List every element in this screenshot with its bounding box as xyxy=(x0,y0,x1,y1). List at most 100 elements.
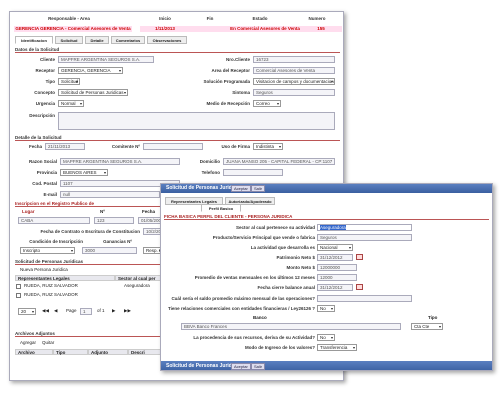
fecha-field[interactable]: 21/11/2013 xyxy=(45,143,85,150)
tab-comentarios[interactable]: Comentarios xyxy=(111,36,145,44)
registro-lugar-field[interactable]: CABA xyxy=(18,217,90,224)
tab-identificacion[interactable]: Identificacion xyxy=(15,36,53,44)
actividad-select[interactable]: Nacional xyxy=(317,244,353,251)
page-input[interactable]: 1 xyxy=(80,308,92,315)
tipo-select[interactable]: Solicitud xyxy=(58,78,80,85)
page-size-select[interactable]: 20 xyxy=(18,308,36,315)
relaciones-label: Tiene relaciones comerciales con entidad… xyxy=(168,306,315,311)
first-page-icon[interactable]: ◀◀ xyxy=(40,308,49,314)
descripcion-textarea[interactable] xyxy=(58,112,335,130)
header-col-numero: Numero xyxy=(308,16,326,21)
registro-numero-field[interactable]: 123 xyxy=(94,217,134,224)
sintoma-field[interactable]: Seguros xyxy=(253,89,335,96)
producto-field[interactable]: Seguros xyxy=(317,234,412,241)
salir-button[interactable]: Salir xyxy=(251,185,266,192)
relaciones-select[interactable]: No xyxy=(317,305,335,312)
tab-perfil-basico[interactable]: Perfil Basico xyxy=(201,204,241,212)
condicion-select[interactable]: Inscripto xyxy=(20,247,75,254)
uso-firma-select[interactable]: Indistinta xyxy=(253,143,283,150)
tipo-label: Tipo xyxy=(45,79,55,84)
tipo-col: Tipo xyxy=(428,315,438,320)
concepto-label: Concepto xyxy=(34,90,55,95)
table-row[interactable]: RUEDA, RUIZ SALVADOR xyxy=(22,292,78,298)
last-page-icon[interactable]: ▶▶ xyxy=(122,308,131,314)
sector-value: Aseguradora xyxy=(320,225,346,230)
concepto-select[interactable]: Solicitud de Personas Juridicas xyxy=(58,89,128,96)
telefono-label: Telefono xyxy=(201,170,220,175)
nueva-persona-link[interactable]: Nueva Persona Juridica xyxy=(18,267,68,273)
next-page-icon[interactable]: ▶ xyxy=(110,308,115,314)
modo-select[interactable]: Transferencia xyxy=(317,344,357,351)
condicion-label: Condición de Inscripción xyxy=(29,239,83,244)
domicilio-label: Domicilio xyxy=(199,159,220,164)
header-col-estado: Estado xyxy=(252,16,268,21)
rep-col-representantes: Representantes Legales xyxy=(15,275,115,281)
section-detalle-solicitud: Detalle de la Solicitud xyxy=(15,134,340,141)
arch-col-archivo: Archivo xyxy=(15,349,53,355)
cliente-field[interactable]: MAPFRE ARGENTINA SEGUROS S.A. xyxy=(58,56,154,63)
calendar-icon[interactable] xyxy=(356,254,363,260)
table-row-checkbox[interactable] xyxy=(16,284,21,289)
agregar-button[interactable]: Agregar xyxy=(18,340,36,346)
email-field[interactable]: null xyxy=(60,191,160,198)
uso-firma-label: Uso de Firma xyxy=(221,144,250,149)
arch-col-adjunto: Adjunto xyxy=(88,349,128,355)
area-receptor-label: Area del Receptor xyxy=(211,68,250,73)
table-row[interactable]: RUEDA, RUIZ SALVADOR xyxy=(22,283,78,289)
domicilio-field[interactable]: JUANA MANSO 205 - CAPITAL FEDERAL - CP:1… xyxy=(223,158,335,165)
telefono-field[interactable] xyxy=(223,169,283,176)
procedencia-select[interactable]: No xyxy=(317,334,335,341)
sintoma-label: Sintoma xyxy=(232,90,250,95)
medio-recepcion-label: Medio de Recepción xyxy=(206,101,250,106)
quitar-button[interactable]: Quitar xyxy=(40,340,54,346)
monto-field[interactable]: 12000000 xyxy=(317,264,357,271)
footer-salir-button[interactable]: Salir xyxy=(251,363,266,370)
area-receptor-field[interactable]: Comercial Asesores de Venta xyxy=(253,67,335,74)
table-row-checkbox[interactable] xyxy=(16,293,21,298)
header-fin xyxy=(190,26,230,32)
prev-page-icon[interactable]: ◀ xyxy=(52,308,57,314)
razon-social-label: Razon Social xyxy=(28,159,57,164)
rep-col-sector: Sector al cual per xyxy=(115,275,165,281)
modo-label: Modo de Ingreso de los valores? xyxy=(244,345,315,350)
saldo-field[interactable] xyxy=(317,295,412,302)
footer-aceptar-button[interactable]: Aceptar xyxy=(231,363,251,370)
promedio-field[interactable]: 12000 xyxy=(317,274,357,281)
razon-social-field[interactable]: MAPFRE ARGENTINA SEGUROS S.A. xyxy=(60,158,180,165)
sector-field[interactable]: Aseguradora xyxy=(317,224,412,231)
email-label: E-mail xyxy=(43,192,57,197)
calendar-icon[interactable] xyxy=(356,284,363,290)
monto-label: Monto Neto $ xyxy=(286,265,316,270)
actividad-label: La actividad que desarrolla es xyxy=(250,245,315,250)
ganancias-field[interactable]: 3000 xyxy=(82,247,137,254)
banco-field[interactable]: BBVA Banco Frances xyxy=(181,323,401,330)
receptor-label: Receptor xyxy=(35,68,55,73)
tipo-select[interactable]: Cta Cte xyxy=(411,323,443,330)
tab-detalle[interactable]: Detalle xyxy=(85,36,109,44)
arch-col-tipo: Tipo xyxy=(53,349,88,355)
nro-cliente-field[interactable]: 16723 xyxy=(253,56,335,63)
section-archivos: Archivos Adjuntos xyxy=(15,330,160,337)
receptor-select[interactable]: GERENCIA, GERENCIA xyxy=(58,67,123,74)
urgencia-select[interactable]: Normal xyxy=(58,100,84,107)
solucion-select[interactable]: Visitacion de campos y documentacion ane… xyxy=(253,78,335,85)
provincia-select[interactable]: BUENOS AIRES xyxy=(60,169,108,176)
tab-solicitud[interactable]: Solicitud xyxy=(55,36,83,44)
comitente-field[interactable] xyxy=(143,143,203,150)
section-registro: Inscripcion en el Registro Publico de xyxy=(15,200,160,207)
tab-observaciones[interactable]: Observaciones xyxy=(147,36,187,44)
banco-col: Banco xyxy=(253,315,267,320)
procedencia-label: La procedencia de sus recursos, deriva d… xyxy=(193,335,315,340)
fecha-label: Fecha xyxy=(28,144,42,149)
medio-recepcion-select[interactable]: Correo xyxy=(253,100,281,107)
patrimonio-field[interactable]: 31/12/2012 xyxy=(317,254,353,261)
table-row-sector: Aseguradora xyxy=(124,283,150,288)
descripcion-label: Descripción xyxy=(29,113,55,118)
cierre-field[interactable]: 31/12/2012 xyxy=(317,284,353,291)
header-responsable: GERENCIA GERENCIA - Comercial Asesores d… xyxy=(14,26,132,32)
popup-footer: Solicitud de Personas Juridicas xyxy=(161,361,492,370)
header-estado: En Comercial Asesores de Venta xyxy=(230,26,300,32)
header-inicio: 1/11/2013 xyxy=(140,26,190,32)
aceptar-button[interactable]: Aceptar xyxy=(231,185,251,192)
popup-section: FICHA BASICA PERFIL DEL CLIENTE - PERSON… xyxy=(164,213,489,220)
